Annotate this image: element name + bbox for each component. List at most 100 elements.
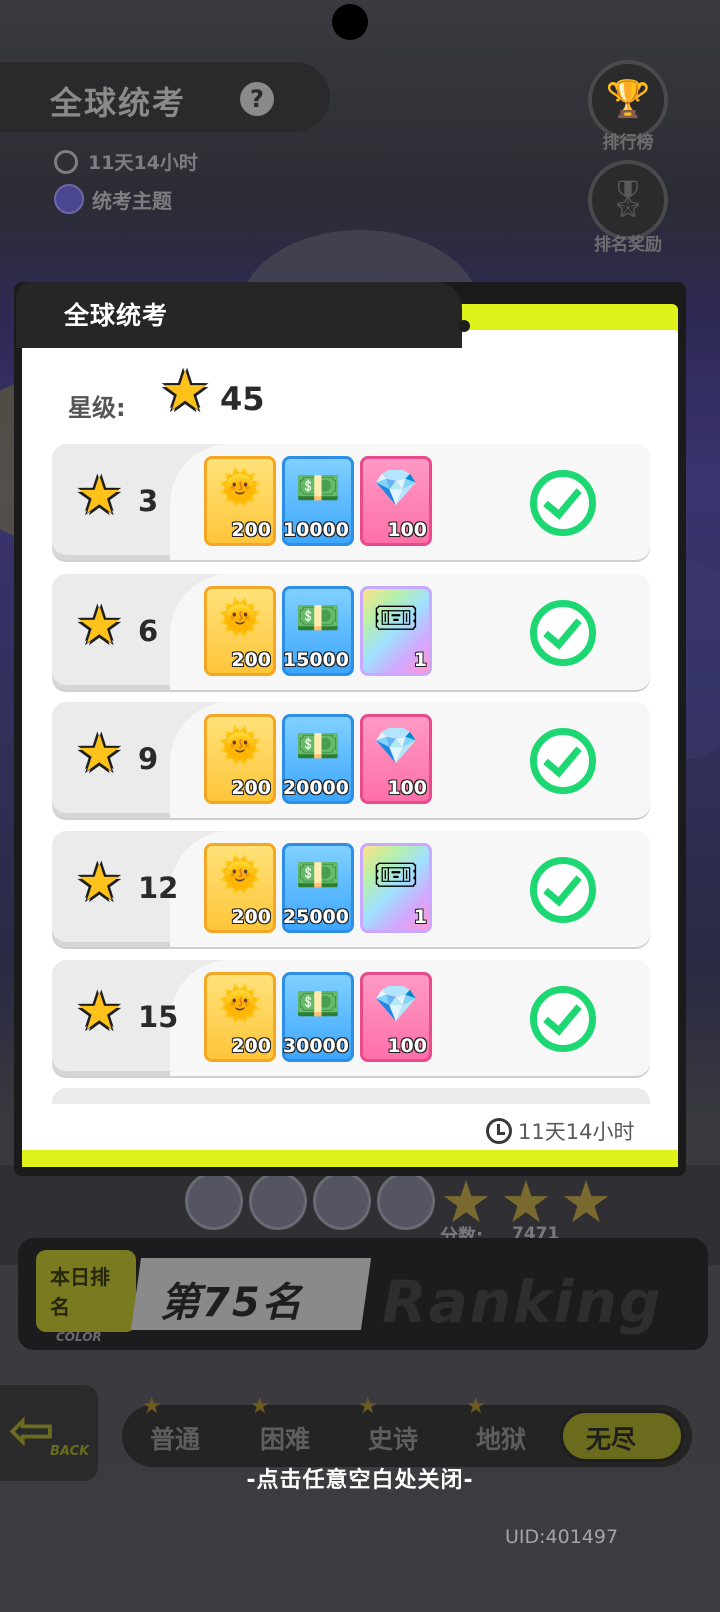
reward-diamond[interactable]: 💎 100 (360, 714, 432, 804)
reward-diamond[interactable]: 💎 100 (360, 972, 432, 1062)
reward-row: ★ 3 🌞 200 💵 10000 💎 100 (52, 444, 650, 560)
reward-cash[interactable]: 💵 20000 (282, 714, 354, 804)
close-hint[interactable]: -点击任意空白处关闭- (0, 1462, 720, 1494)
rank-tag-text: 本日排名 (50, 1265, 110, 1319)
reward-qty: 100 (387, 777, 427, 799)
back-label: BACK (50, 1444, 90, 1459)
footer-timer-text: 11天14小时 (518, 1120, 635, 1144)
medal-icon: 🎖 (605, 179, 651, 220)
mode-endless-label: 无尽 (586, 1425, 637, 1454)
reward-qty: 100 (387, 519, 427, 541)
clock-icon (54, 149, 78, 174)
reward-qty: 200 (231, 519, 271, 541)
event-title: 全球统考 (50, 84, 187, 122)
reward-ticket[interactable]: 🎟 1 (360, 586, 432, 676)
reward-cash[interactable]: 💵 25000 (282, 843, 354, 933)
reward-cash[interactable]: 💵 15000 (282, 586, 354, 676)
reward-cash[interactable]: 💵 30000 (282, 972, 354, 1062)
mode-star-icon: ★ (466, 1394, 486, 1419)
reward-badge[interactable]: 🌞 200 (204, 972, 276, 1062)
help-icon[interactable]: ? (240, 82, 274, 116)
reward-badge[interactable]: 🌞 200 (204, 456, 276, 546)
cash-icon: 💵 (295, 726, 341, 767)
diamond-icon: 💎 (373, 726, 419, 767)
rating-star-icon: ★ (560, 1168, 612, 1236)
leaderboard-label: 排行榜 (602, 133, 654, 153)
sun-badge-icon: 🌞 (217, 468, 263, 509)
theme-label: 统考主题 (92, 188, 172, 213)
reward-qty: 25000 (282, 906, 349, 928)
reward-qty: 30000 (282, 1035, 349, 1057)
uid-label: UID:401497 (505, 1526, 619, 1548)
reward-row: ★ 12 🌞 200 💵 25000 🎟 1 (52, 831, 650, 947)
cash-icon: 💵 (295, 855, 341, 896)
avatar[interactable] (185, 1172, 243, 1230)
rank-watermark: Ranking (382, 1268, 663, 1336)
event-timer: 11天14小时 (54, 148, 198, 175)
sun-badge-icon: 🌞 (217, 855, 263, 896)
clock-icon (486, 1118, 512, 1144)
reward-qty: 15000 (282, 649, 349, 671)
reward-qty: 100 (387, 1035, 427, 1057)
reward-row-partial (52, 1088, 650, 1104)
cash-icon: 💵 (295, 598, 341, 639)
mode-star-icon: ★ (358, 1394, 378, 1419)
reward-qty: 1 (413, 649, 427, 671)
mode-hell-tab[interactable]: 地狱 (476, 1420, 526, 1456)
rank-reward-button[interactable]: 🎖 (588, 160, 668, 240)
rank-reward-label: 排名奖励 (594, 235, 662, 255)
theme-link[interactable]: 统考主题 (54, 184, 172, 214)
reward-row: ★ 15 🌞 200 💵 30000 💎 100 (52, 960, 650, 1076)
reward-qty: 200 (231, 906, 271, 928)
ticket-icon: 🎟 (373, 855, 419, 896)
mode-hard-tab[interactable]: 困难 (260, 1420, 310, 1456)
reward-diamond[interactable]: 💎 100 (360, 456, 432, 546)
rank-text: 第75名 (160, 1280, 304, 1326)
avatar[interactable] (249, 1172, 307, 1230)
star-icon: ★ (76, 853, 123, 913)
diamond-icon: 💎 (373, 984, 419, 1025)
reward-badge[interactable]: 🌞 200 (204, 843, 276, 933)
theme-icon (54, 184, 84, 214)
star-icon: ★ (76, 724, 123, 784)
row-star-threshold: 9 (138, 742, 159, 776)
stars-label: 星级: (68, 394, 126, 422)
row-star-threshold: 12 (138, 871, 179, 905)
avatar[interactable] (313, 1172, 371, 1230)
reward-qty: 1 (413, 906, 427, 928)
rank-tag-sub: COLOR (56, 1330, 102, 1344)
reward-row: ★ 9 🌞 200 💵 20000 💎 100 (52, 702, 650, 818)
claimed-check-icon (530, 600, 596, 666)
mode-epic-tab[interactable]: 史诗 (368, 1420, 418, 1456)
modal-title: 全球统考 (64, 301, 169, 330)
star-icon: ★ (76, 596, 123, 656)
reward-ticket[interactable]: 🎟 1 (360, 843, 432, 933)
row-star-threshold: 6 (138, 614, 159, 648)
modal-footer-timer: 11天14小时 (486, 1116, 634, 1146)
sun-badge-icon: 🌞 (217, 984, 263, 1025)
event-timer-text: 11天14小时 (88, 152, 198, 174)
player-avatars (185, 1172, 435, 1230)
reward-qty: 200 (231, 1035, 271, 1057)
mode-star-icon: ★ (142, 1394, 162, 1419)
reward-qty: 10000 (282, 519, 349, 541)
row-star-threshold: 15 (138, 1000, 179, 1034)
claimed-check-icon (530, 857, 596, 923)
reward-qty: 20000 (282, 777, 349, 799)
reward-badge[interactable]: 🌞 200 (204, 586, 276, 676)
ticket-icon: 🎟 (373, 598, 419, 639)
reward-qty: 200 (231, 649, 271, 671)
reward-cash[interactable]: 💵 10000 (282, 456, 354, 546)
mode-normal-tab[interactable]: 普通 (150, 1420, 200, 1456)
diamond-icon: 💎 (373, 468, 419, 509)
back-arrow-icon: ⇦ (8, 1398, 55, 1463)
reward-badge[interactable]: 🌞 200 (204, 714, 276, 804)
cash-icon: 💵 (295, 468, 341, 509)
cash-icon: 💵 (295, 984, 341, 1025)
reward-qty: 200 (231, 777, 271, 799)
star-icon: ★ (160, 359, 211, 424)
modal-bottom-accent (22, 1150, 678, 1167)
mode-star-icon: ★ (250, 1394, 270, 1419)
star-icon: ★ (76, 982, 123, 1042)
avatar[interactable] (377, 1172, 435, 1230)
